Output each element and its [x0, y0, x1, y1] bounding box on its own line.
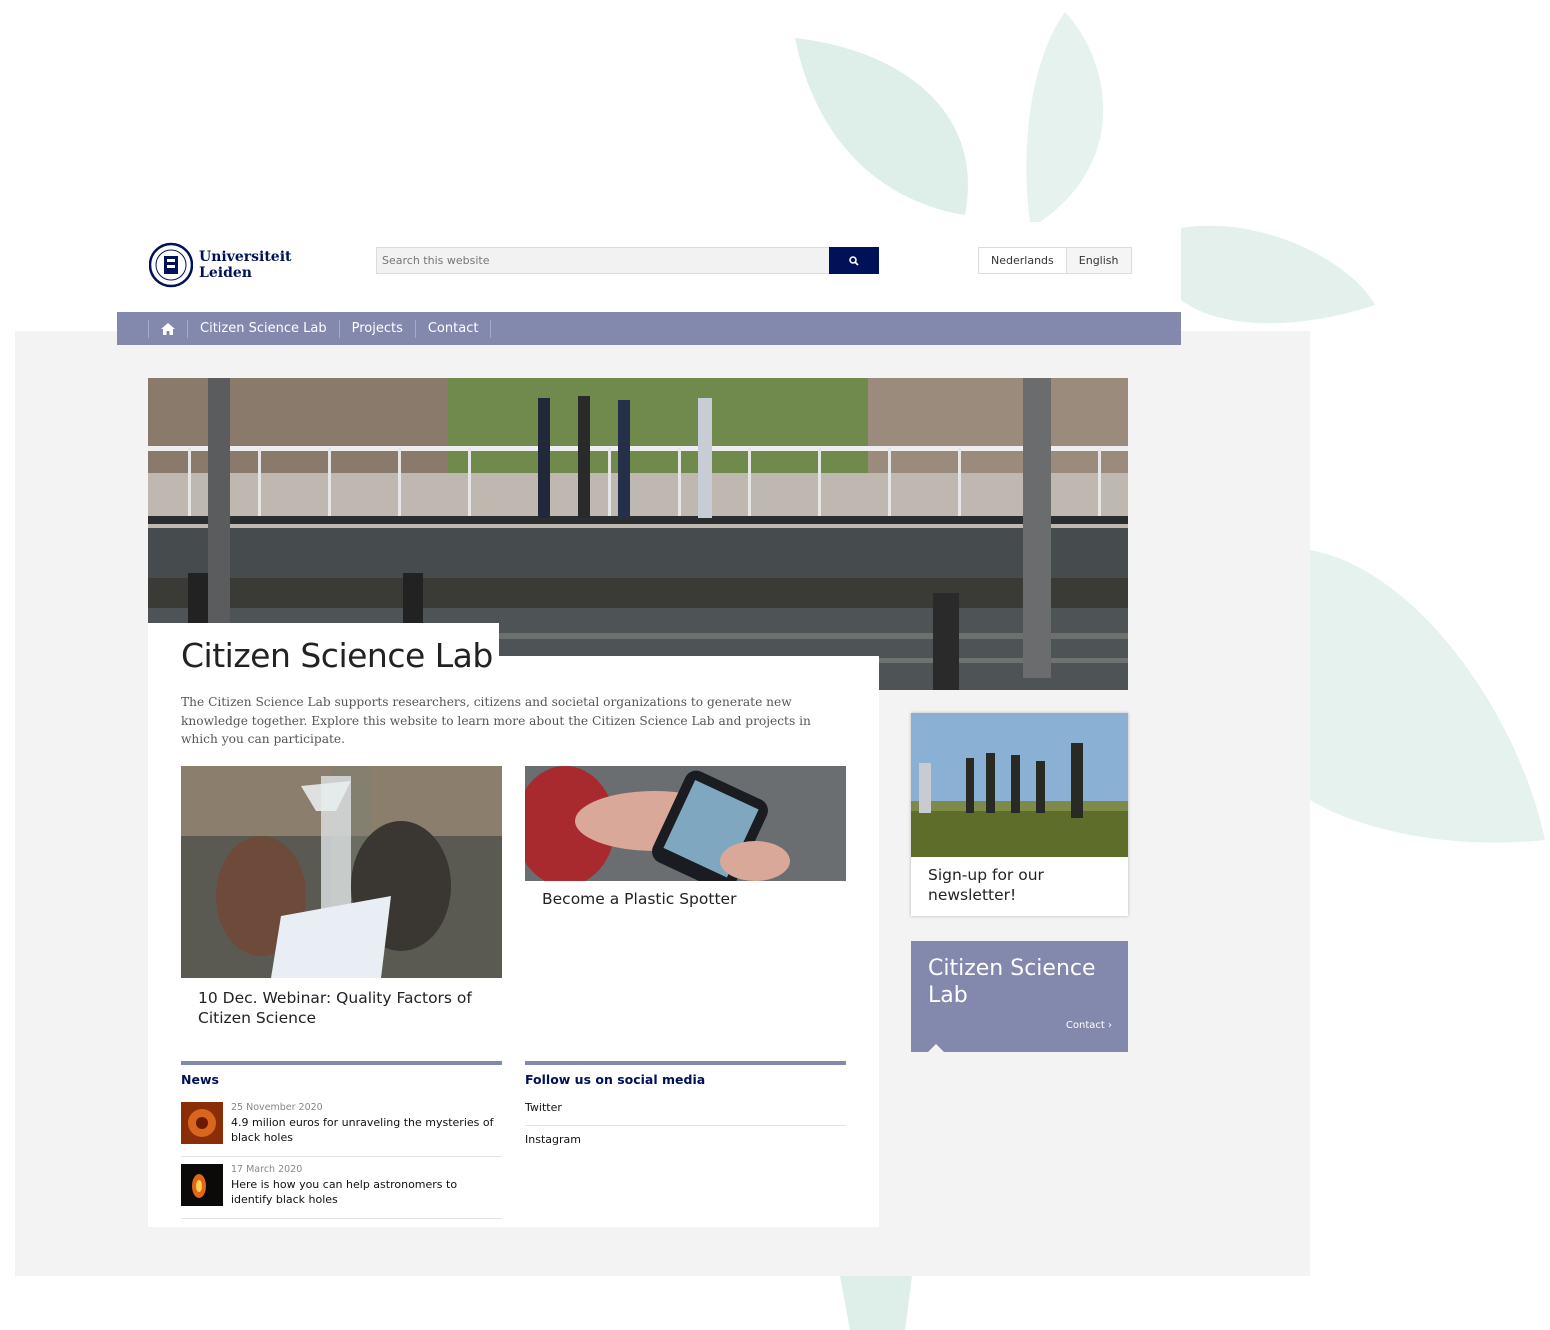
nav-item-contact[interactable]: Contact [416, 312, 491, 345]
news-thumbnail [181, 1164, 223, 1206]
card-image-plastic-spotter [515, 766, 846, 892]
news-item[interactable]: 25 November 2020 4.9 milion euros for un… [181, 1102, 502, 1157]
university-logo[interactable]: Universiteit Leiden [149, 238, 291, 292]
home-icon [161, 322, 175, 335]
logo-line-1: Universiteit [199, 249, 292, 265]
social-divider [525, 1125, 846, 1126]
nav-divider [490, 319, 492, 338]
main-navigation: Citizen Science Lab Projects Contact [117, 312, 1181, 345]
search-icon [849, 255, 859, 266]
social-link-twitter[interactable]: Twitter [525, 1101, 846, 1114]
news-heading: News [181, 1072, 219, 1087]
newsletter-card[interactable]: Sign-up for our newsletter! [911, 713, 1128, 916]
card-plastic-spotter[interactable]: Become a Plastic Spotter [515, 766, 846, 911]
promo-contact-link[interactable]: Contact › [1066, 1020, 1112, 1031]
logo-wordmark: Universiteit Leiden [199, 249, 291, 281]
nav-item-citizen-science-lab[interactable]: Citizen Science Lab [188, 312, 339, 345]
promo-title: Citizen Science Lab [928, 956, 1096, 1008]
university-seal-icon [149, 242, 193, 288]
card-image-webinar [181, 766, 502, 978]
search-input[interactable] [376, 247, 835, 274]
promo-notch [928, 1044, 944, 1052]
card-title-webinar: 10 Dec. Webinar: Quality Factors of Citi… [198, 989, 472, 1027]
website-page: Universiteit Leiden Nederlands English [117, 222, 1181, 1227]
newsletter-title: Sign-up for our newsletter! [928, 866, 1044, 904]
search-button[interactable] [829, 247, 879, 274]
news-thumbnail [181, 1102, 223, 1144]
news-date: 25 November 2020 [231, 1102, 323, 1113]
nav-home-link[interactable] [149, 312, 187, 345]
promo-box: Citizen Science Lab Contact › [911, 941, 1128, 1052]
site-header: Universiteit Leiden Nederlands English [117, 222, 1181, 312]
newsletter-image [911, 713, 1128, 857]
page-title: Citizen Science Lab [181, 636, 493, 675]
social-link-instagram[interactable]: Instagram [525, 1133, 846, 1146]
news-section-header: News [181, 1061, 502, 1087]
language-switcher: Nederlands English [978, 247, 1132, 274]
social-heading: Follow us on social media [525, 1072, 706, 1087]
card-title-plastic-spotter: Become a Plastic Spotter [542, 890, 737, 908]
logo-line-2: Leiden [199, 265, 252, 281]
news-item[interactable]: 17 March 2020 Here is how you can help a… [181, 1164, 502, 1219]
card-webinar[interactable]: 10 Dec. Webinar: Quality Factors of Citi… [181, 766, 502, 1036]
nav-item-projects[interactable]: Projects [340, 312, 415, 345]
language-english[interactable]: English [1065, 248, 1131, 273]
news-date: 17 March 2020 [231, 1164, 303, 1175]
language-nederlands[interactable]: Nederlands [979, 248, 1066, 273]
news-title[interactable]: Here is how you can help astronomers to … [231, 1177, 496, 1207]
news-title[interactable]: 4.9 milion euros for unraveling the myst… [231, 1115, 496, 1145]
intro-text: The Citizen Science Lab supports researc… [181, 695, 811, 746]
social-section-header: Follow us on social media [525, 1061, 846, 1087]
search-bar [376, 247, 879, 274]
